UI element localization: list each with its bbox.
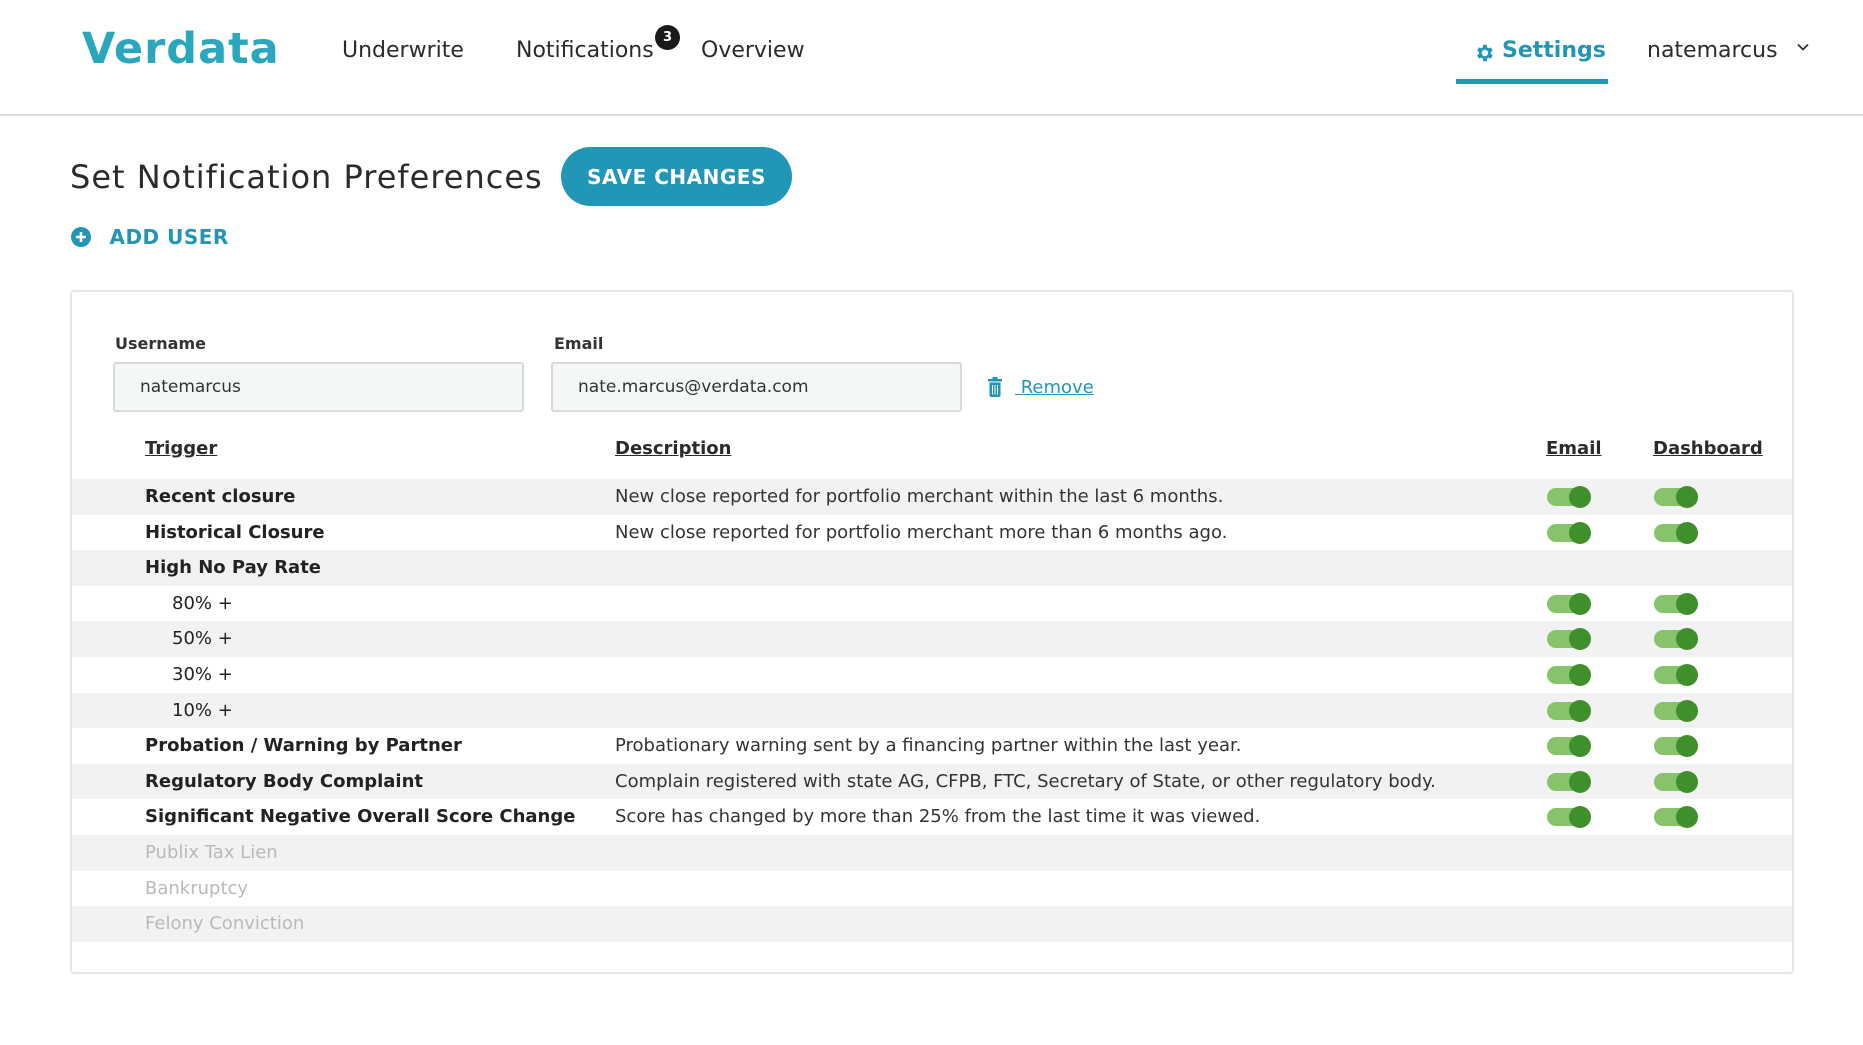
toggle-knob — [1676, 521, 1698, 544]
table-row: 80% + — [72, 586, 1792, 622]
username-label: Username — [115, 334, 206, 353]
trash-icon — [988, 377, 1002, 397]
remove-label: Remove — [1020, 377, 1094, 398]
email-label: Email — [554, 334, 604, 353]
plus-circle-icon — [71, 227, 91, 247]
table-row: 10% + — [72, 692, 1792, 729]
table-row: Recent closure New close reported for po… — [72, 479, 1792, 515]
table-row: 50% + — [72, 621, 1792, 657]
table-row: Bankruptcy — [72, 871, 1792, 907]
table-row: Publix Tax Lien — [72, 834, 1792, 871]
trigger-table: Recent closure New close reported for po… — [72, 479, 1792, 942]
table-row: Significant Negative Overall Score Chang… — [72, 799, 1792, 835]
email-toggle[interactable] — [1547, 806, 1591, 829]
trigger-label: Felony Conviction — [145, 913, 305, 935]
dashboard-toggle[interactable] — [1654, 628, 1698, 651]
toggle-knob — [1569, 699, 1591, 722]
trigger-description: Score has changed by more than 25% from … — [615, 806, 1261, 828]
toggle-knob — [1676, 770, 1698, 793]
trigger-label: Recent closure — [145, 486, 296, 507]
column-header-trigger[interactable]: Trigger — [145, 438, 217, 459]
toggle-knob — [1676, 628, 1698, 651]
page-title: Set Notification Preferences — [70, 158, 543, 196]
column-header-dashboard[interactable]: Dashboard — [1653, 438, 1763, 459]
settings-label: Settings — [1502, 38, 1606, 63]
user-preferences-card: Username Email Remove Trigger Descriptio… — [70, 290, 1794, 974]
trigger-label: 80% + — [172, 592, 233, 614]
table-row: 30% + — [72, 657, 1792, 693]
dashboard-toggle[interactable] — [1654, 486, 1698, 508]
toggle-knob — [1676, 699, 1698, 722]
email-toggle[interactable] — [1547, 770, 1591, 793]
gear-icon — [1477, 44, 1493, 62]
trigger-label: 30% + — [172, 663, 233, 685]
nav-settings[interactable]: Settings — [1456, 36, 1608, 84]
table-row: Probation / Warning by Partner Probation… — [72, 728, 1792, 764]
nav-underwrite[interactable]: Underwrite — [342, 38, 464, 63]
dashboard-toggle[interactable] — [1654, 735, 1698, 758]
toggle-knob — [1569, 628, 1591, 651]
toggle-knob — [1676, 663, 1698, 686]
save-changes-button[interactable]: SAVE CHANGES — [561, 147, 792, 206]
nav-overview[interactable]: Overview — [701, 38, 805, 63]
trigger-label: Bankruptcy — [145, 877, 249, 899]
dashboard-toggle[interactable] — [1654, 806, 1698, 829]
table-row: Felony Conviction — [72, 906, 1792, 942]
toggle-knob — [1569, 486, 1591, 508]
trigger-label: High No Pay Rate — [145, 557, 322, 579]
trigger-description: Complain registered with state AG, CFPB,… — [615, 770, 1436, 792]
top-nav-bar: Verdata Underwrite Notifications 3 Overv… — [0, 0, 1863, 116]
email-toggle[interactable] — [1547, 735, 1591, 758]
toggle-knob — [1676, 486, 1698, 508]
dashboard-toggle[interactable] — [1654, 663, 1698, 686]
email-toggle[interactable] — [1547, 699, 1591, 722]
dashboard-toggle[interactable] — [1654, 770, 1698, 793]
trigger-label: 10% + — [172, 699, 233, 721]
trigger-label: Regulatory Body Complaint — [145, 770, 424, 792]
email-toggle[interactable] — [1547, 663, 1591, 686]
toggle-knob — [1676, 592, 1698, 615]
trigger-description: New close reported for portfolio merchan… — [615, 521, 1228, 543]
toggle-knob — [1569, 663, 1591, 686]
nav-notifications[interactable]: Notifications — [516, 38, 654, 63]
logo[interactable]: Verdata — [82, 24, 280, 74]
trigger-label: 50% + — [172, 628, 233, 650]
toggle-knob — [1569, 806, 1591, 829]
email-toggle[interactable] — [1547, 486, 1591, 508]
dashboard-toggle[interactable] — [1654, 521, 1698, 544]
dashboard-toggle[interactable] — [1654, 699, 1698, 722]
trigger-label: Historical Closure — [145, 521, 325, 543]
toggle-knob — [1569, 592, 1591, 615]
username-field[interactable] — [113, 362, 524, 412]
toggle-knob — [1569, 770, 1591, 793]
trigger-label: Significant Negative Overall Score Chang… — [145, 806, 576, 828]
table-row: Historical Closure New close reported fo… — [72, 515, 1792, 551]
trigger-label: Probation / Warning by Partner — [145, 735, 462, 757]
table-row: Regulatory Body Complaint Complain regis… — [72, 763, 1792, 800]
toggle-knob — [1676, 806, 1698, 829]
trigger-label: Publix Tax Lien — [145, 841, 278, 863]
column-header-email[interactable]: Email — [1546, 438, 1602, 459]
toggle-knob — [1569, 735, 1591, 758]
dashboard-toggle[interactable] — [1654, 592, 1698, 615]
trigger-description: New close reported for portfolio merchan… — [615, 486, 1224, 507]
user-menu-name: natemarcus — [1647, 38, 1778, 63]
email-field[interactable] — [551, 362, 962, 412]
email-toggle[interactable] — [1547, 521, 1591, 544]
email-toggle[interactable] — [1547, 592, 1591, 615]
notification-count-badge: 3 — [655, 25, 680, 50]
toggle-knob — [1676, 735, 1698, 758]
user-menu[interactable]: natemarcus — [1647, 38, 1811, 63]
table-row: High No Pay Rate — [72, 550, 1792, 586]
add-user-label: ADD USER — [109, 225, 229, 249]
add-user-button[interactable]: ADD USER — [70, 225, 229, 249]
column-header-description[interactable]: Description — [615, 438, 731, 459]
trigger-description: Probationary warning sent by a financing… — [615, 735, 1242, 757]
remove-user-link[interactable]: Remove — [987, 377, 1094, 398]
toggle-knob — [1569, 521, 1591, 544]
chevron-down-icon — [1796, 43, 1809, 51]
email-toggle[interactable] — [1547, 628, 1591, 651]
